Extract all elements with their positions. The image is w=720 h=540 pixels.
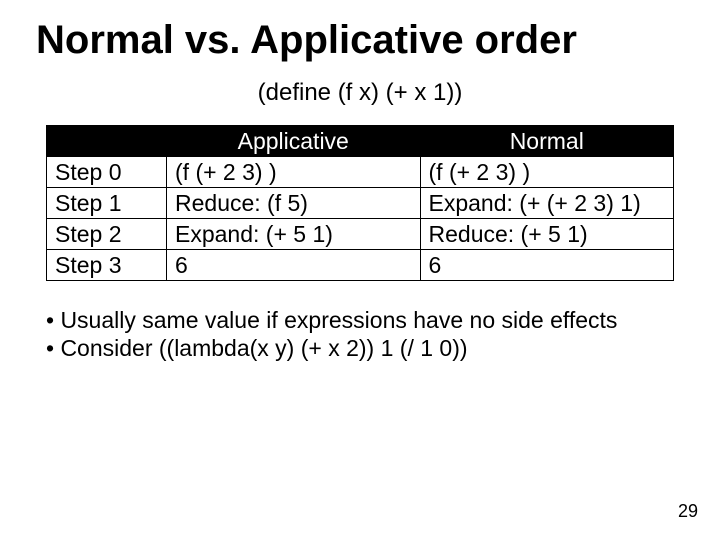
comparison-table-wrap: Applicative Normal Step 0 (f (+ 2 3) ) (… (46, 125, 674, 281)
table-header-applicative: Applicative (167, 126, 421, 157)
applicative-cell: (f (+ 2 3) ) (167, 157, 421, 188)
normal-cell: Expand: (+ (+ 2 3) 1) (420, 188, 674, 219)
table-row: Step 1 Reduce: (f 5) Expand: (+ (+ 2 3) … (47, 188, 674, 219)
normal-cell: Reduce: (+ 5 1) (420, 219, 674, 250)
step-label: Step 1 (47, 188, 167, 219)
table-row: Step 3 6 6 (47, 250, 674, 281)
table-header-normal: Normal (420, 126, 674, 157)
normal-cell: (f (+ 2 3) ) (420, 157, 674, 188)
bullet-item: • Usually same value if expressions have… (46, 307, 674, 335)
page-number: 29 (678, 501, 698, 522)
table-header-blank (47, 126, 167, 157)
definition-code: (define (f x) (+ x 1)) (0, 79, 720, 107)
applicative-cell: Expand: (+ 5 1) (167, 219, 421, 250)
bullet-item: • Consider ((lambda(x y) (+ x 2)) 1 (/ 1… (46, 335, 674, 363)
table-row: Step 0 (f (+ 2 3) ) (f (+ 2 3) ) (47, 157, 674, 188)
normal-cell: 6 (420, 250, 674, 281)
page-title: Normal vs. Applicative order (0, 0, 720, 67)
slide: Normal vs. Applicative order (define (f … (0, 0, 720, 540)
step-label: Step 3 (47, 250, 167, 281)
table-row: Step 2 Expand: (+ 5 1) Reduce: (+ 5 1) (47, 219, 674, 250)
comparison-table: Applicative Normal Step 0 (f (+ 2 3) ) (… (46, 125, 674, 281)
applicative-cell: Reduce: (f 5) (167, 188, 421, 219)
bullet-list: • Usually same value if expressions have… (46, 307, 674, 362)
applicative-cell: 6 (167, 250, 421, 281)
step-label: Step 2 (47, 219, 167, 250)
step-label: Step 0 (47, 157, 167, 188)
table-header-row: Applicative Normal (47, 126, 674, 157)
